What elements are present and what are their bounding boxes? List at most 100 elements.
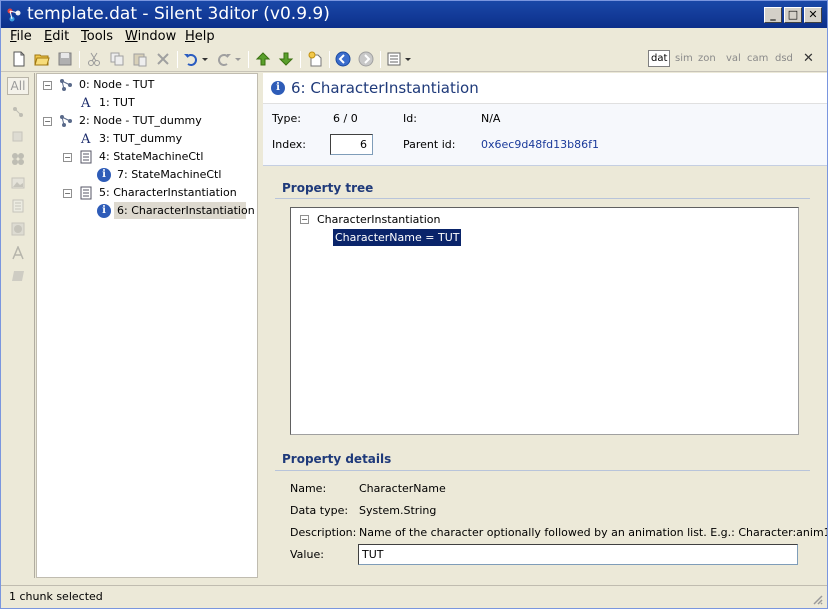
section-divider bbox=[275, 198, 810, 199]
new-file-icon[interactable] bbox=[11, 51, 27, 67]
list-view-icon[interactable] bbox=[386, 51, 402, 67]
tree-item-label: 4: StateMachineCtl bbox=[99, 150, 204, 163]
tree-item[interactable]: A 1: TUT bbox=[37, 94, 257, 112]
description-label: Description: bbox=[290, 526, 357, 539]
value-label: Value: bbox=[290, 548, 324, 561]
detail-panel: i 6: CharacterInstantiation Type: 6 / 0 … bbox=[263, 73, 827, 578]
mode-sim[interactable]: sim bbox=[675, 53, 693, 64]
toolbar-separator bbox=[300, 51, 301, 68]
collapse-toggle[interactable]: − bbox=[63, 153, 72, 162]
move-up-icon[interactable] bbox=[255, 51, 271, 67]
chunk-metadata: Type: 6 / 0 Id: N/A Index: 6 Parent id: … bbox=[263, 104, 827, 166]
filter-info-icon[interactable] bbox=[11, 222, 25, 236]
list-view-dropdown-icon[interactable] bbox=[404, 51, 413, 67]
chunk-tree[interactable]: − 0: Node - TUT A 1: TUT − 2: Node - TUT… bbox=[36, 73, 258, 578]
menu-tools-label: ools bbox=[86, 29, 114, 44]
detail-title: 6: CharacterInstantiation bbox=[291, 79, 479, 97]
app-logo-icon bbox=[7, 8, 21, 22]
forward-icon[interactable] bbox=[358, 51, 374, 67]
paste-icon[interactable] bbox=[132, 51, 148, 67]
description-value: Name of the character optionally followe… bbox=[359, 526, 827, 539]
info-chunk-icon: i bbox=[97, 204, 111, 218]
move-down-icon[interactable] bbox=[278, 51, 294, 67]
filter-image-icon[interactable] bbox=[11, 176, 25, 190]
copy-icon[interactable] bbox=[109, 51, 125, 67]
window-title: template.dat - Silent 3ditor (v0.9.9) bbox=[27, 4, 330, 24]
menu-help-mnemonic: H bbox=[185, 29, 195, 44]
new-chunk-icon[interactable] bbox=[307, 51, 323, 67]
toolbar-separator bbox=[177, 51, 178, 68]
datatype-label: Data type: bbox=[290, 504, 349, 517]
property-tree-root[interactable]: CharacterInstantiation bbox=[317, 213, 440, 226]
tree-item[interactable]: − 4: StateMachineCtl bbox=[37, 148, 257, 166]
redo-dropdown-icon[interactable] bbox=[234, 51, 243, 67]
maximize-button[interactable]: □ bbox=[784, 7, 802, 23]
section-divider bbox=[275, 470, 810, 471]
close-document-icon[interactable]: ✕ bbox=[803, 51, 814, 66]
parent-id-link[interactable]: 0x6ec9d48fd13b86f1 bbox=[481, 138, 599, 151]
property-tree-title: Property tree bbox=[282, 181, 374, 195]
parent-id-label: Parent id: bbox=[403, 138, 456, 151]
filter-document-icon[interactable] bbox=[11, 199, 25, 213]
save-icon[interactable] bbox=[57, 51, 73, 67]
filter-cube-icon[interactable] bbox=[11, 129, 25, 143]
index-label: Index: bbox=[272, 138, 306, 151]
index-input[interactable]: 6 bbox=[330, 134, 373, 155]
tree-item[interactable]: − 0: Node - TUT bbox=[37, 76, 257, 94]
property-tree-item-selected[interactable]: CharacterName = TUT bbox=[333, 229, 462, 246]
delete-icon[interactable] bbox=[155, 51, 171, 67]
type-label: Type: bbox=[272, 112, 301, 125]
menu-window[interactable]: Window bbox=[125, 29, 176, 44]
menu-help[interactable]: Help bbox=[185, 29, 215, 44]
mode-val[interactable]: val bbox=[726, 53, 741, 64]
tree-item[interactable]: A 3: TUT_dummy bbox=[37, 130, 257, 148]
resize-grip-icon[interactable] bbox=[811, 593, 823, 605]
property-tree[interactable]: − CharacterInstantiation CharacterName =… bbox=[290, 207, 799, 435]
mode-cam[interactable]: cam bbox=[747, 53, 768, 64]
close-button[interactable]: ✕ bbox=[804, 7, 822, 23]
minimize-button[interactable]: _ bbox=[764, 7, 782, 23]
tree-item[interactable]: i 7: StateMachineCtl bbox=[37, 166, 257, 184]
open-folder-icon[interactable] bbox=[34, 51, 50, 67]
title-bar[interactable]: template.dat - Silent 3ditor (v0.9.9) _ … bbox=[1, 1, 827, 28]
back-icon[interactable] bbox=[335, 51, 351, 67]
collapse-toggle[interactable]: − bbox=[63, 189, 72, 198]
tree-item-label: 5: CharacterInstantiation bbox=[99, 186, 237, 199]
tree-item[interactable]: − 5: CharacterInstantiation bbox=[37, 184, 257, 202]
tree-item-label: 7: StateMachineCtl bbox=[117, 168, 222, 181]
filter-spheres-icon[interactable] bbox=[11, 152, 25, 166]
menu-file[interactable]: File bbox=[10, 29, 32, 44]
menu-edit-label: dit bbox=[52, 29, 70, 44]
collapse-toggle[interactable]: − bbox=[300, 215, 309, 224]
menu-tools[interactable]: Tools bbox=[81, 29, 113, 44]
tree-item-selected[interactable]: i 6: CharacterInstantiation bbox=[37, 202, 257, 220]
undo-dropdown-icon[interactable] bbox=[201, 51, 210, 67]
status-bar: 1 chunk selected bbox=[1, 585, 827, 608]
undo-icon[interactable] bbox=[183, 51, 199, 67]
collapse-toggle[interactable]: − bbox=[43, 117, 52, 126]
mode-dsd[interactable]: dsd bbox=[775, 53, 793, 64]
toolbar-separator bbox=[329, 51, 330, 68]
detail-header: i 6: CharacterInstantiation bbox=[263, 73, 827, 104]
menu-edit[interactable]: Edit bbox=[44, 29, 69, 44]
filter-shape-icon[interactable] bbox=[11, 269, 25, 283]
mode-zon[interactable]: zon bbox=[698, 53, 716, 64]
redo-icon[interactable] bbox=[216, 51, 232, 67]
menu-bar: File Edit Tools Window Help bbox=[1, 28, 827, 47]
collapse-toggle[interactable]: − bbox=[43, 81, 52, 90]
filter-all-button[interactable]: All bbox=[7, 77, 29, 95]
cut-icon[interactable] bbox=[86, 51, 102, 67]
menu-window-label: indow bbox=[137, 29, 177, 44]
tree-item-label: 1: TUT bbox=[99, 96, 135, 109]
name-value: CharacterName bbox=[359, 482, 446, 495]
tree-item[interactable]: − 2: Node - TUT_dummy bbox=[37, 112, 257, 130]
tree-item-label: 0: Node - TUT bbox=[79, 78, 155, 91]
filter-node-icon[interactable] bbox=[11, 105, 25, 119]
mode-dat[interactable]: dat bbox=[648, 50, 671, 67]
value-input[interactable]: TUT bbox=[358, 544, 798, 565]
filter-text-icon[interactable] bbox=[11, 246, 25, 260]
name-label: Name: bbox=[290, 482, 327, 495]
document-icon bbox=[80, 186, 92, 200]
id-label: Id: bbox=[403, 112, 417, 125]
menu-file-label: ile bbox=[16, 29, 32, 44]
